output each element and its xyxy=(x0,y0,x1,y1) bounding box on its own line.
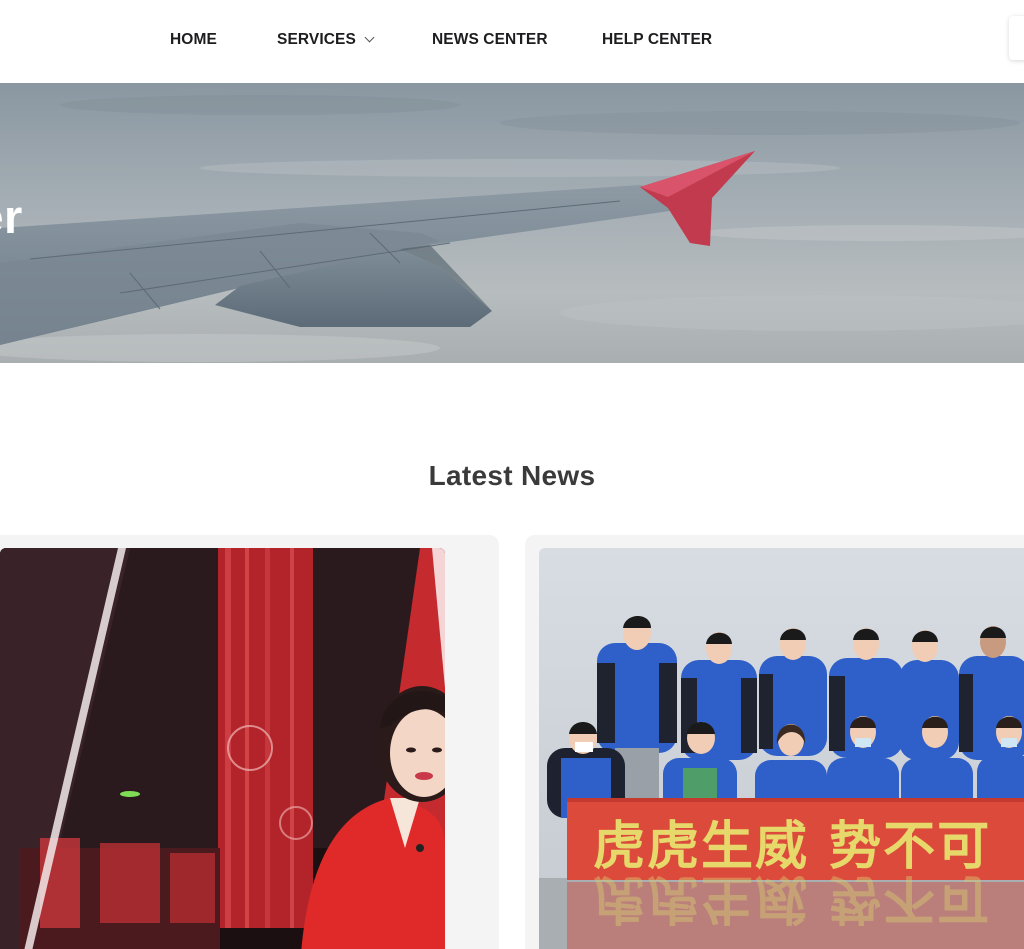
news-anchor-image xyxy=(0,548,445,949)
nav-services-label: SERVICES xyxy=(277,31,356,48)
top-navigation-bar: HOME SERVICES NEWS CENTER HELP CENTER xyxy=(0,0,1024,83)
nav-help-center[interactable]: HELP CENTER xyxy=(602,29,712,51)
header-action-box[interactable] xyxy=(1009,16,1024,60)
news-card[interactable]: 虎虎生威 势不可 虎虎生威 势不可 xyxy=(525,535,1024,949)
news-card-image[interactable] xyxy=(0,548,445,949)
page: HOME SERVICES NEWS CENTER HELP CENTER r … xyxy=(0,0,1024,949)
nav-home[interactable]: HOME xyxy=(170,29,217,51)
latest-news-heading: Latest News xyxy=(428,460,596,491)
team-banner-reflection: 虎虎生威 势不可 xyxy=(593,868,992,928)
nav-news-center-label: NEWS CENTER xyxy=(432,31,548,48)
chevron-down-icon xyxy=(364,32,375,43)
news-card-image[interactable]: 虎虎生威 势不可 虎虎生威 势不可 xyxy=(539,548,1024,949)
nav-home-label: HOME xyxy=(170,31,217,48)
airplane-wing-image xyxy=(0,83,1024,363)
nav-help-center-label: HELP CENTER xyxy=(602,31,713,48)
nav-news-center[interactable]: NEWS CENTER xyxy=(432,29,548,51)
hero-title: nter xyxy=(0,190,23,243)
nav-services[interactable]: SERVICES xyxy=(277,29,375,51)
hero-banner: nter xyxy=(0,83,1024,363)
news-card[interactable] xyxy=(0,535,499,949)
